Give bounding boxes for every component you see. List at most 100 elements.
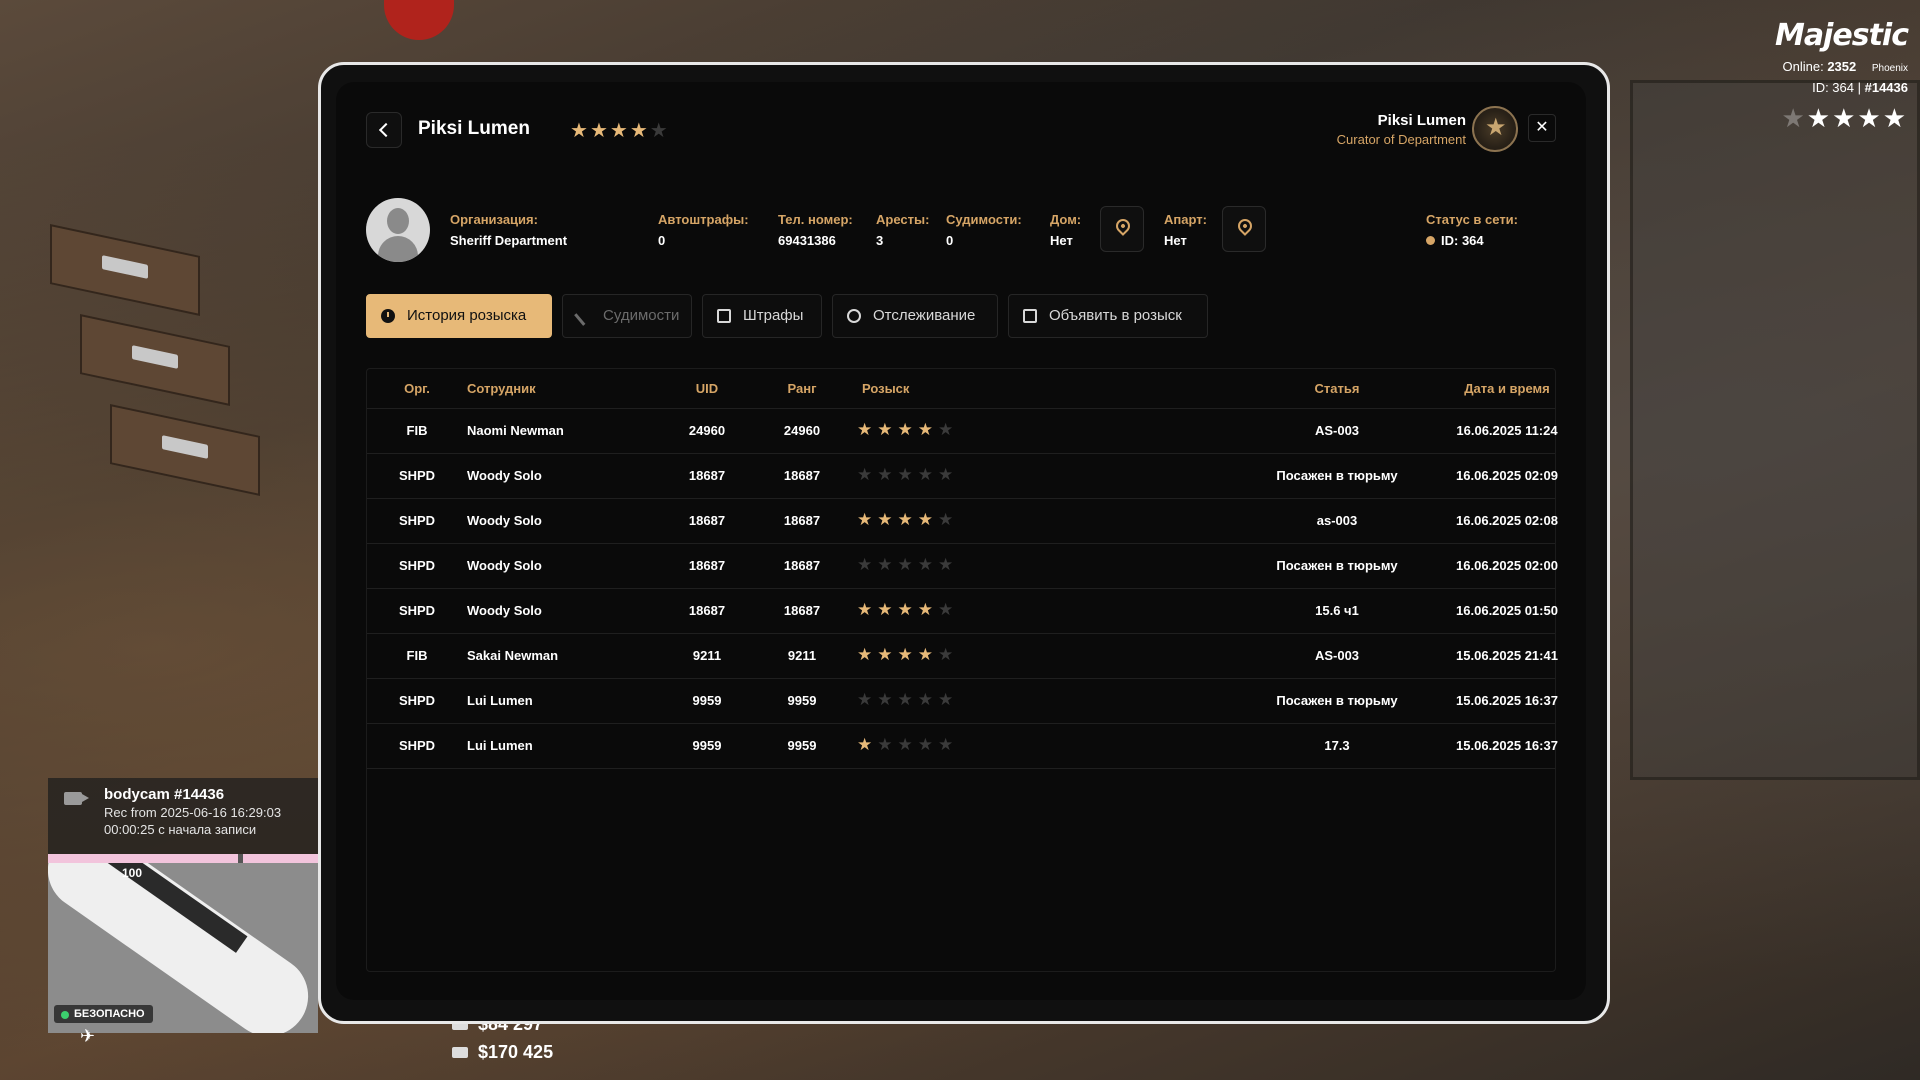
star-filled-icon: ★ bbox=[877, 600, 898, 619]
background-shelf bbox=[1630, 80, 1920, 780]
header-rank: Ранг bbox=[787, 381, 817, 396]
tab-declare-wanted[interactable]: Объявить в розыск bbox=[1008, 294, 1208, 338]
document-icon bbox=[717, 309, 731, 323]
field-apartment: Апарт: Нет bbox=[1164, 212, 1207, 248]
cell-uid: 24960 bbox=[688, 423, 726, 438]
table-row[interactable]: SHPD Woody Solo 18687 18687 Посажен в тюрьму… bbox=[367, 454, 1558, 499]
clock-icon bbox=[381, 309, 395, 323]
star-empty-icon: ★ bbox=[877, 735, 898, 754]
star-filled-icon: ★ bbox=[1806, 103, 1833, 133]
airplane-icon: ✈ bbox=[80, 1026, 96, 1046]
safe-zone-badge: БЕЗОПАСНО bbox=[54, 1005, 153, 1023]
star-empty-icon: ★ bbox=[938, 690, 959, 709]
field-online-status: Статус в сети: ID: 364 bbox=[1426, 212, 1519, 248]
current-user-role: Curator of Department bbox=[1336, 132, 1466, 147]
tab-wanted-history[interactable]: История розыска bbox=[366, 294, 552, 338]
map-pin-icon bbox=[1113, 216, 1133, 236]
card-icon bbox=[452, 1047, 468, 1058]
tab-tracking[interactable]: Отслеживание bbox=[832, 294, 998, 338]
cell-datetime: 15.06.2025 21:41 bbox=[1456, 648, 1558, 663]
star-filled-icon: ★ bbox=[570, 120, 590, 142]
star-empty-icon: ★ bbox=[938, 735, 959, 754]
house-location-button[interactable] bbox=[1100, 206, 1144, 252]
cell-datetime: 15.06.2025 16:37 bbox=[1456, 738, 1558, 753]
cell-article: 17.3 bbox=[1324, 738, 1350, 753]
title-wanted-stars: ★★★★★ bbox=[570, 118, 670, 143]
status-dot bbox=[1426, 236, 1435, 245]
star-empty-icon: ★ bbox=[917, 465, 938, 484]
apartment-location-button[interactable] bbox=[1222, 206, 1266, 252]
table-row[interactable]: SHPD Lui Lumen 9959 9959 17.3 15.06.2025 16:3… bbox=[367, 724, 1558, 769]
star-empty-icon: ★ bbox=[938, 465, 959, 484]
cell-wanted-stars: ★★★★★ bbox=[857, 465, 977, 485]
cell-datetime: 16.06.2025 01:50 bbox=[1456, 603, 1558, 618]
map-pin-icon bbox=[1235, 216, 1255, 236]
table-row[interactable]: SHPD Lui Lumen 9959 9959 Посажен в тюрьму 15.… bbox=[367, 679, 1558, 724]
tab-fines[interactable]: Штрафы bbox=[702, 294, 822, 338]
current-user: Piksi Lumen Curator of Department bbox=[1337, 112, 1466, 147]
header-article: Статья bbox=[1314, 381, 1360, 396]
star-filled-icon: ★ bbox=[897, 420, 918, 439]
cell-org: FIB bbox=[406, 423, 428, 438]
bank-amount: $170 425 bbox=[452, 1042, 553, 1063]
avatar bbox=[366, 198, 430, 262]
cell-article: Посажен в тюрьму bbox=[1276, 468, 1398, 483]
star-empty-icon: ★ bbox=[938, 420, 959, 439]
star-filled-icon: ★ bbox=[917, 510, 938, 529]
cell-datetime: 16.06.2025 02:00 bbox=[1456, 558, 1558, 573]
cell-rank: 9211 bbox=[787, 648, 817, 663]
background-drawer bbox=[110, 404, 260, 496]
cell-rank: 9959 bbox=[787, 693, 817, 708]
profile-summary: Организация: Sheriff Department Автоштра… bbox=[366, 198, 1556, 264]
star-empty-icon: ★ bbox=[917, 555, 938, 574]
star-filled-icon: ★ bbox=[1857, 103, 1883, 133]
field-auto-fines: Автоштрафы: 0 bbox=[658, 212, 749, 248]
cell-rank: 9959 bbox=[787, 738, 817, 753]
field-convictions: Судимости: 0 bbox=[946, 212, 1022, 248]
tab-convictions[interactable]: Судимости bbox=[562, 294, 692, 338]
field-phone: Тел. номер: 69431386 bbox=[778, 212, 853, 248]
cell-employee: Sakai Newman bbox=[467, 648, 559, 663]
star-filled-icon: ★ bbox=[897, 510, 918, 529]
star-empty-icon: ★ bbox=[938, 555, 959, 574]
cell-employee: Woody Solo bbox=[467, 603, 542, 618]
majestic-logo: Majestic bbox=[1775, 18, 1909, 53]
cell-org: SHPD bbox=[398, 738, 436, 753]
cell-article: Посажен в тюрьму bbox=[1276, 693, 1398, 708]
star-empty-icon: ★ bbox=[897, 465, 918, 484]
table-header: Орг. Сотрудник UID Ранг Розыск Статья Да… bbox=[367, 369, 1555, 409]
cell-org: SHPD bbox=[398, 558, 436, 573]
star-filled-icon: ★ bbox=[589, 120, 610, 142]
cell-uid: 18687 bbox=[688, 513, 726, 528]
cell-article: as-003 bbox=[1316, 513, 1358, 528]
star-filled-icon: ★ bbox=[857, 600, 878, 619]
star-empty-icon: ★ bbox=[938, 645, 959, 664]
cell-employee: Woody Solo bbox=[467, 468, 542, 483]
table-row[interactable]: SHPD Woody Solo 18687 18687 Посажен в тюрьму… bbox=[367, 544, 1558, 589]
star-empty-icon: ★ bbox=[649, 120, 670, 142]
star-filled-icon: ★ bbox=[629, 120, 650, 142]
cell-employee: Lui Lumen bbox=[467, 693, 533, 708]
cell-uid: 9959 bbox=[692, 738, 722, 753]
cell-uid: 18687 bbox=[688, 558, 726, 573]
table-row[interactable]: FIB Sakai Newman 9211 9211 AS-003 15.06.2025 … bbox=[367, 634, 1558, 679]
close-button[interactable]: ✕ bbox=[1528, 114, 1556, 142]
cell-uid: 18687 bbox=[688, 468, 726, 483]
back-button[interactable] bbox=[366, 112, 402, 148]
table-row[interactable]: SHPD Woody Solo 18687 18687 15.6 ч1 16.06.202… bbox=[367, 589, 1558, 634]
star-filled-icon: ★ bbox=[857, 645, 878, 664]
field-arrests: Аресты: 3 bbox=[876, 212, 930, 248]
page-title: Piksi Lumen bbox=[418, 118, 530, 139]
field-house: Дом: Нет bbox=[1050, 212, 1082, 248]
table-row[interactable]: SHPD Woody Solo 18687 18687 as-003 16.06.2025… bbox=[367, 499, 1558, 544]
table-row[interactable]: FIB Naomi Newman 24960 24960 AS-003 16.06.202… bbox=[367, 409, 1558, 454]
star-empty-icon: ★ bbox=[857, 690, 878, 709]
player-id: ID: 364 | #14436 bbox=[1812, 80, 1908, 95]
bodycam-title: bodycam #14436 bbox=[104, 786, 225, 803]
star-filled-icon: ★ bbox=[857, 510, 878, 529]
star-empty-icon: ★ bbox=[877, 690, 898, 709]
star-empty-icon: ★ bbox=[877, 465, 898, 484]
star-empty-icon: ★ bbox=[938, 600, 959, 619]
cell-employee: Woody Solo bbox=[467, 558, 542, 573]
cell-rank: 18687 bbox=[783, 603, 821, 618]
